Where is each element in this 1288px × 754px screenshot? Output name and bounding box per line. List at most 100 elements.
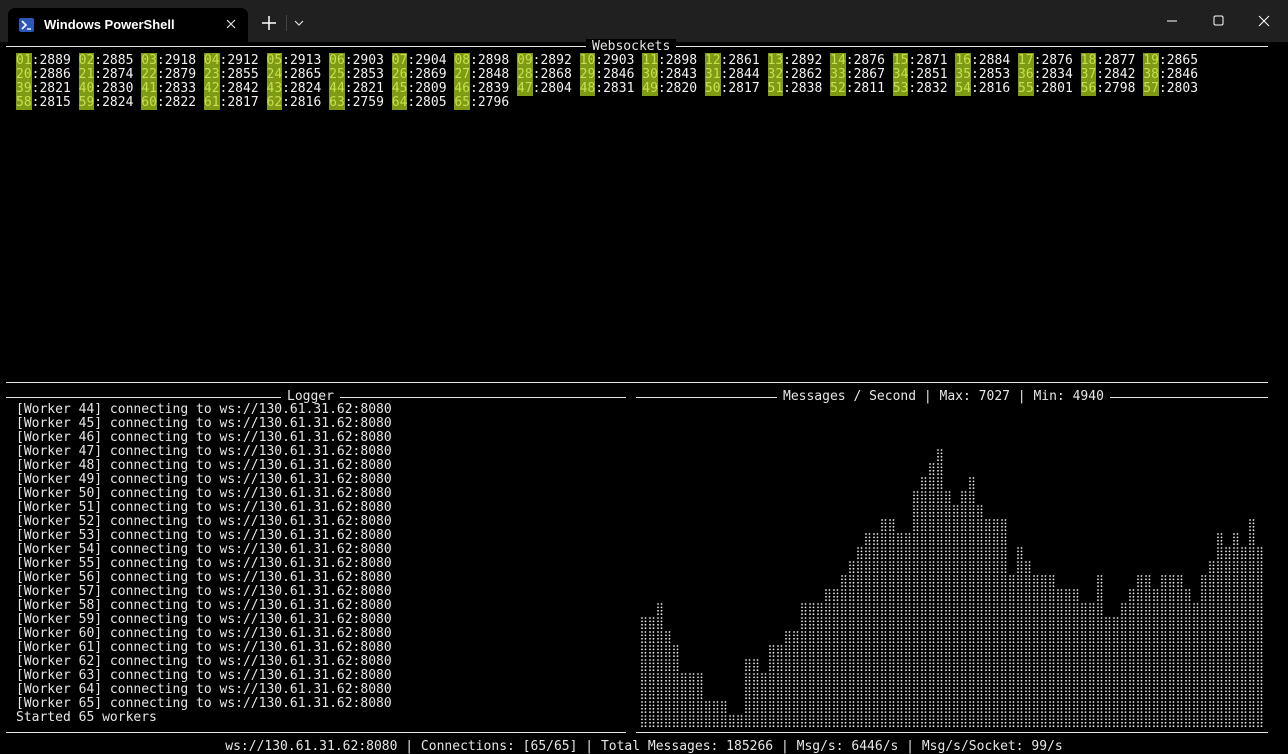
chart-bar [793, 631, 799, 728]
websocket-id: 34 [892, 67, 909, 82]
chart-bar [657, 603, 663, 728]
websocket-count: 2824 [289, 81, 322, 96]
log-line: [Worker 65] connecting to ws://130.61.31… [16, 696, 392, 711]
websocket-count: 2801 [1041, 81, 1073, 96]
websocket-id: 37 [1080, 67, 1097, 82]
websocket-count: 2862 [790, 67, 823, 82]
chart-bar [769, 645, 775, 728]
chart-bar [1169, 575, 1175, 728]
tab-powershell[interactable]: Windows PowerShell [8, 8, 248, 42]
log-line: [Worker 45] connecting to ws://130.61.31… [16, 416, 392, 431]
websocket-row: 20:2886 21:2874 22:2879 23:2855 24:2865 … [16, 67, 1198, 82]
chart-bar [1177, 575, 1183, 728]
websocket-count: 2821 [39, 81, 71, 96]
chart-bar [1185, 589, 1191, 728]
websocket-separator: : [94, 81, 103, 96]
websocket-separator: : [156, 81, 165, 96]
websocket-count: 2817 [227, 95, 259, 110]
chart-bar [801, 603, 807, 728]
websocket-count: 2898 [477, 53, 510, 68]
terminal-area[interactable]: Websockets 01:2889 02:2885 03:2918 04:29… [0, 39, 1288, 754]
websocket-separator: : [1158, 67, 1167, 82]
websocket-separator: : [845, 67, 854, 82]
log-line: [Worker 61] connecting to ws://130.61.31… [16, 640, 392, 655]
chart-bar [1121, 603, 1127, 728]
websocket-id: 16 [955, 53, 972, 68]
chart-bar [953, 505, 959, 728]
log-line: [Worker 50] connecting to ws://130.61.31… [16, 486, 392, 501]
chart-bar [905, 533, 911, 728]
websocket-id: 50 [704, 81, 721, 96]
tab-title: Windows PowerShell [44, 17, 175, 32]
chart-bar [1257, 547, 1263, 728]
websocket-id: 63 [329, 95, 345, 110]
websocket-row: 01:2889 02:2885 03:2918 04:2912 05:2913 … [16, 53, 1199, 68]
chart-bar [1137, 575, 1143, 728]
websocket-id: 60 [141, 95, 157, 110]
websocket-id: 46 [454, 81, 471, 96]
minimize-icon[interactable] [1161, 10, 1183, 32]
websocket-count: 2876 [1041, 53, 1073, 68]
websocket-count: 2868 [540, 67, 572, 82]
chart-bar [1073, 589, 1079, 728]
websocket-count: 2865 [1166, 53, 1199, 68]
chart-bar [921, 477, 927, 728]
websocket-separator: : [344, 95, 353, 110]
websocket-count: 2877 [1104, 53, 1136, 68]
tab-close-icon[interactable] [222, 15, 240, 33]
websocket-id: 49 [642, 81, 658, 96]
chart-bar [1017, 547, 1023, 728]
log-line: [Worker 59] connecting to ws://130.61.31… [16, 612, 392, 627]
chart-bar [1129, 589, 1135, 728]
websocket-id: 41 [141, 81, 157, 96]
websocket-separator: : [470, 53, 478, 68]
close-icon[interactable] [1253, 10, 1275, 32]
websocket-count: 2833 [164, 81, 197, 96]
websocket-id: 12 [704, 53, 721, 68]
chart-bar [689, 673, 695, 728]
websocket-separator: : [1158, 81, 1167, 96]
websocket-separator: : [783, 53, 791, 68]
websocket-id: 52 [830, 81, 846, 96]
chart-bar [641, 617, 647, 728]
chart-bar [785, 631, 791, 728]
new-tab-plus-icon[interactable] [260, 14, 278, 32]
websocket-id: 44 [329, 81, 345, 96]
websocket-separator: : [657, 53, 666, 68]
websocket-count: 2885 [102, 53, 134, 68]
websocket-id: 58 [16, 95, 32, 110]
chart-bar [977, 505, 983, 728]
websocket-id: 22 [141, 67, 157, 82]
websocket-separator: : [344, 53, 353, 68]
chart-bar [1001, 519, 1007, 728]
websocket-count: 2804 [540, 81, 572, 96]
websocket-separator: : [156, 67, 165, 82]
websocket-id: 02 [78, 53, 95, 68]
websocket-separator: : [1158, 53, 1167, 68]
websocket-count: 2839 [477, 81, 510, 96]
websocket-separator: : [1096, 53, 1105, 68]
websocket-id: 39 [16, 81, 32, 96]
chart-bar [1233, 533, 1239, 728]
websocket-separator: : [657, 81, 666, 96]
messages-per-second-chart [641, 449, 1263, 728]
websocket-id: 53 [892, 81, 909, 96]
chart-bar [753, 659, 759, 728]
chart-bar [729, 715, 735, 728]
chart-bar [721, 701, 727, 728]
websocket-separator: : [94, 67, 103, 82]
chevron-down-icon[interactable] [292, 15, 306, 29]
websocket-id: 48 [579, 81, 596, 96]
chart-bar [1009, 575, 1015, 728]
websocket-count: 2805 [415, 95, 447, 110]
chart-bar [1225, 547, 1231, 728]
chart-bar [649, 617, 655, 728]
maximize-icon[interactable] [1207, 10, 1229, 32]
chart-bar [737, 715, 743, 728]
websocket-id: 15 [892, 53, 909, 68]
websocket-separator: : [344, 81, 353, 96]
websocket-separator: : [282, 67, 290, 82]
websocket-count: 2832 [916, 81, 948, 96]
chart-bar [913, 491, 919, 728]
websocket-id: 62 [266, 95, 283, 110]
